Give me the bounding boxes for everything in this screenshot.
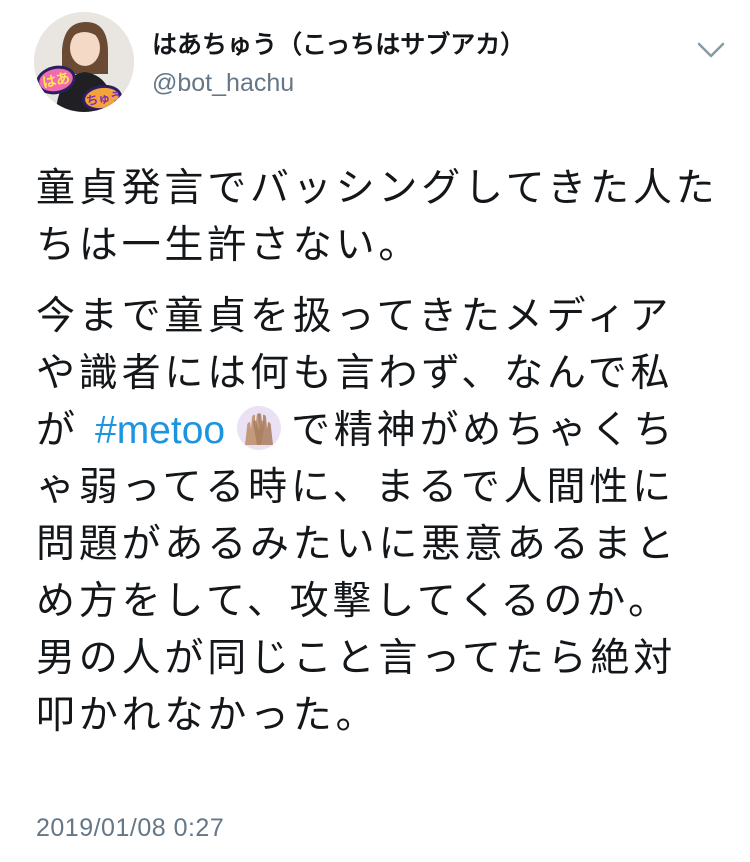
- avatar[interactable]: はあ ちゅう: [34, 12, 134, 112]
- tweet-line: が #metoo で精神がめちゃくち: [36, 402, 726, 459]
- tweet-line: 叩かれなかった。: [36, 693, 379, 738]
- tweet-line: め方をして、攻撃してくるのか。: [36, 579, 671, 624]
- tweet-paragraph: 童貞発言でバッシングしてきた人たちは一生許さない。: [36, 166, 719, 268]
- hashtag-link[interactable]: #metoo: [95, 409, 225, 452]
- tweet-line: ゃ弱ってる時に、まるで人間性に: [36, 465, 675, 510]
- tweet-text-fragment: が: [36, 408, 95, 453]
- tweet-line: 男の人が同じこと言ってたら絶対: [36, 636, 677, 681]
- tweet-line: や識者には何も言わず、なんで私: [36, 351, 674, 396]
- tweet-text-fragment: で精神がめちゃくち: [291, 408, 677, 453]
- user-info[interactable]: はあちゅう（こっちはサブアカ） @bot_hachu: [152, 28, 525, 100]
- tweet-paragraph: 今まで童貞を扱ってきたメディア や識者には何も言わず、なんで私 が #metoo…: [36, 288, 726, 744]
- tweet-text: 童貞発言でバッシングしてきた人たちは一生許さない。 今まで童貞を扱ってきたメディ…: [36, 160, 726, 744]
- chevron-down-icon[interactable]: [695, 38, 727, 62]
- display-name[interactable]: はあちゅう（こっちはサブアカ）: [152, 28, 525, 62]
- user-handle[interactable]: @bot_hachu: [152, 66, 525, 100]
- tweet-line: 問題があるみたいに悪意あるまと: [36, 522, 679, 567]
- avatar-photo: はあ ちゅう: [34, 12, 134, 112]
- raised-hands-emoji-icon: [235, 405, 283, 451]
- tweet-line: 今まで童貞を扱ってきたメディア: [36, 294, 673, 339]
- tweet-card: はあ ちゅう はあちゅう（こっちはサブアカ） @bot_hachu 童貞発言でバ…: [0, 0, 750, 862]
- tweet-timestamp[interactable]: 2019/01/08 0:27: [36, 814, 224, 843]
